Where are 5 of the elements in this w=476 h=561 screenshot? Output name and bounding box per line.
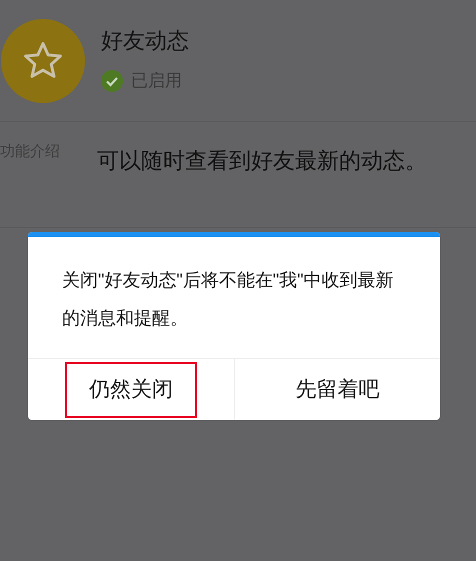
dialog-button[interactable]: 先留着吧	[271, 362, 404, 418]
intro-text: 可以随时查看到好友最新的动态。	[97, 147, 428, 175]
dialog-message: 关闭"好友动态"后将不能在"我"中收到最新的消息和提醒。	[61, 269, 395, 330]
feature-title: 好友动态	[101, 28, 189, 54]
dialog-button[interactable]: 仍然关闭	[64, 362, 197, 418]
